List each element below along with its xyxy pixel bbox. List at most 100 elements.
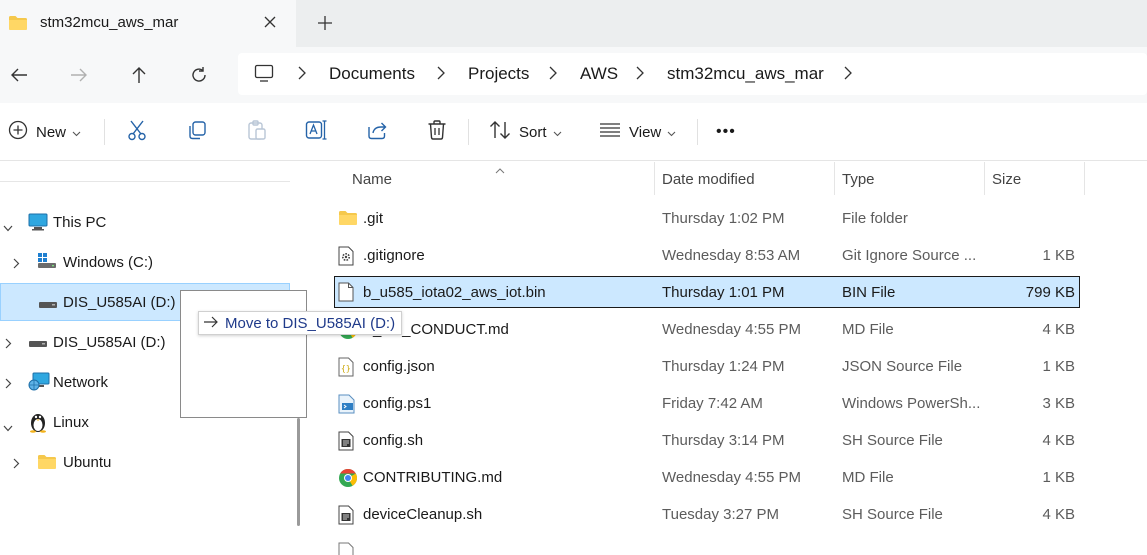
- more-options-button[interactable]: •••: [716, 115, 736, 149]
- file-type: Git Ignore Source ...: [842, 247, 977, 264]
- breadcrumb-documents[interactable]: Documents: [329, 64, 415, 84]
- up-arrow-icon[interactable]: [124, 60, 154, 90]
- view-button[interactable]: View: [599, 115, 676, 149]
- script-file-icon: [338, 431, 358, 451]
- plus-icon[interactable]: [312, 10, 338, 36]
- chevron-right-icon[interactable]: [636, 66, 644, 84]
- column-divider[interactable]: [984, 162, 985, 195]
- chevron-right-icon[interactable]: [549, 66, 557, 84]
- copy-button[interactable]: [186, 115, 208, 149]
- share-button[interactable]: [366, 115, 388, 149]
- network-icon: [28, 372, 50, 396]
- share-icon: [366, 119, 388, 145]
- file-row[interactable]: CONTRIBUTING.md Wednesday 4:55 PM MD Fil…: [334, 462, 1080, 493]
- drive-icon: [37, 252, 57, 274]
- file-date: Thursday 3:14 PM: [662, 432, 785, 449]
- file-row[interactable]: config.ps1 Friday 7:42 AM Windows PowerS…: [334, 388, 1080, 419]
- usb-drive-icon: [28, 336, 48, 353]
- tab-strip: stm32mcu_aws_mar: [0, 0, 1147, 47]
- folder-icon: [8, 15, 28, 35]
- chevron-down-icon[interactable]: [3, 219, 13, 236]
- address-bar[interactable]: Documents Projects AWS stm32mcu_aws_mar: [238, 53, 1147, 95]
- breadcrumb-projects[interactable]: Projects: [468, 64, 529, 84]
- file-date: Thursday 1:01 PM: [662, 284, 785, 301]
- file-date: Thursday 1:02 PM: [662, 210, 785, 227]
- breadcrumb-aws[interactable]: AWS: [580, 64, 618, 84]
- file-date: Wednesday 4:55 PM: [662, 321, 801, 338]
- file-date: Wednesday 4:55 PM: [662, 469, 801, 486]
- file-row[interactable]: {} config.json Thursday 1:24 PM JSON Sou…: [334, 351, 1080, 382]
- file-type: MD File: [842, 321, 894, 338]
- sidebar-item-label: Network: [53, 374, 109, 391]
- new-button[interactable]: New: [8, 115, 81, 149]
- column-divider[interactable]: [1084, 162, 1085, 195]
- script-file-icon: [338, 505, 358, 525]
- sidebar-item-label: Linux: [53, 414, 89, 431]
- sidebar-item-this-pc[interactable]: This PC: [0, 203, 290, 241]
- file-row[interactable]: E_OF_CONDUCT.md Wednesday 4:55 PM MD Fil…: [334, 314, 1080, 345]
- paste-icon: [246, 119, 268, 145]
- refresh-icon[interactable]: [184, 60, 214, 90]
- forward-arrow-icon[interactable]: [64, 60, 94, 90]
- chevron-right-icon[interactable]: [437, 66, 445, 84]
- sidebar-item-ubuntu[interactable]: Ubuntu: [0, 443, 290, 481]
- rename-button[interactable]: [305, 115, 329, 149]
- sidebar-item-windows-c[interactable]: Windows (C:): [0, 243, 290, 281]
- sort-ascending-icon: [495, 161, 505, 178]
- chevron-right-icon[interactable]: [13, 256, 20, 273]
- file-row[interactable]: deviceCleanup.sh Tuesday 3:27 PM SH Sour…: [334, 499, 1080, 530]
- file-date: Wednesday 8:53 AM: [662, 247, 801, 264]
- chevron-right-icon[interactable]: [13, 456, 20, 473]
- sort-button[interactable]: Sort: [489, 115, 562, 149]
- column-header-size[interactable]: Size: [992, 171, 1021, 188]
- column-header-date[interactable]: Date modified: [662, 171, 755, 188]
- chevron-right-icon[interactable]: [844, 66, 852, 84]
- chevron-right-icon[interactable]: [298, 66, 306, 84]
- file-size: 3 KB: [1042, 395, 1075, 412]
- toolbar-divider: [468, 119, 469, 145]
- tab-active[interactable]: stm32mcu_aws_mar: [0, 0, 296, 47]
- paste-button[interactable]: [246, 115, 268, 149]
- svg-text:{}: {}: [341, 364, 351, 373]
- column-divider[interactable]: [834, 162, 835, 195]
- scrollbar-thumb[interactable]: [297, 418, 300, 526]
- column-header-type[interactable]: Type: [842, 171, 875, 188]
- sidebar-item-label: Windows (C:): [63, 254, 154, 271]
- file-row[interactable]: [334, 536, 1080, 555]
- navpane-header: [0, 162, 290, 182]
- chevron-right-icon[interactable]: [5, 376, 12, 393]
- usb-drive-icon: [38, 297, 58, 314]
- file-name: b_u585_iota02_aws_iot.bin: [363, 284, 546, 301]
- delete-button[interactable]: [426, 115, 448, 149]
- sidebar-item-label: DIS_U585AI (D:): [53, 334, 166, 351]
- linux-penguin-icon: [28, 411, 48, 437]
- drag-preview: [180, 290, 307, 418]
- file-size: 4 KB: [1042, 506, 1075, 523]
- breadcrumb-current[interactable]: stm32mcu_aws_mar: [667, 64, 824, 84]
- back-arrow-icon[interactable]: [4, 60, 34, 90]
- file-row[interactable]: .gitignore Wednesday 8:53 AM Git Ignore …: [334, 240, 1080, 271]
- file-name: .gitignore: [363, 247, 425, 264]
- chevron-right-icon[interactable]: [5, 336, 12, 353]
- sidebar-item-label: DIS_U585AI (D:): [63, 294, 176, 311]
- cut-button[interactable]: [126, 115, 148, 149]
- computer-icon[interactable]: [254, 64, 274, 86]
- file-name: config.sh: [363, 432, 424, 449]
- chrome-icon: [338, 468, 358, 488]
- chevron-down-icon: [72, 124, 81, 141]
- new-label: New: [36, 123, 67, 141]
- file-type: MD File: [842, 469, 894, 486]
- sidebar-item-label: This PC: [53, 214, 107, 231]
- chevron-down-icon[interactable]: [3, 419, 13, 436]
- file-size: 1 KB: [1042, 469, 1075, 486]
- close-icon[interactable]: [259, 10, 281, 34]
- file-type: Windows PowerSh...: [842, 395, 981, 412]
- file-name: config.ps1: [363, 395, 432, 412]
- file-row[interactable]: config.sh Thursday 3:14 PM SH Source Fil…: [334, 425, 1080, 456]
- copy-icon: [186, 119, 208, 145]
- file-row-selected[interactable]: b_u585_iota02_aws_iot.bin Thursday 1:01 …: [334, 276, 1080, 308]
- column-divider[interactable]: [654, 162, 655, 195]
- file-type: JSON Source File: [842, 358, 963, 375]
- column-header-name[interactable]: Name: [352, 171, 392, 188]
- file-row[interactable]: .git Thursday 1:02 PM File folder: [334, 203, 1080, 234]
